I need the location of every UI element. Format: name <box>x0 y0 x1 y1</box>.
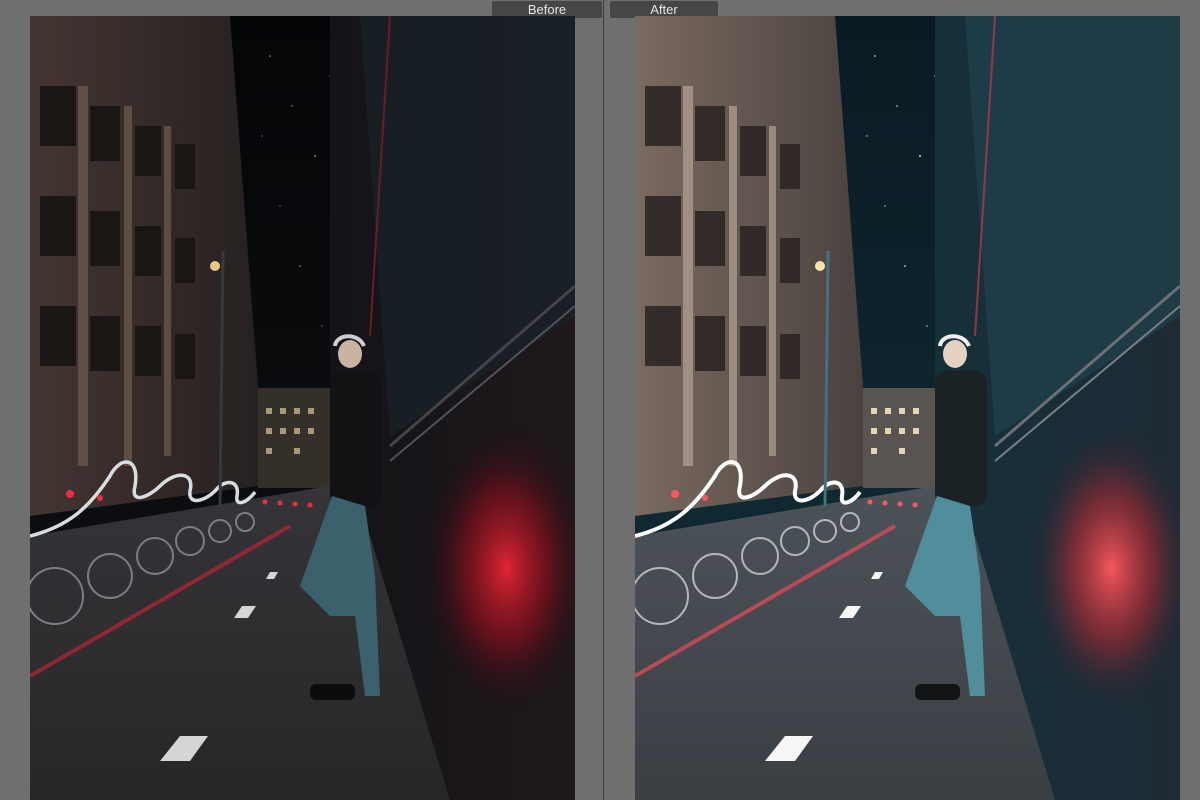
before-pane: Before <box>0 0 604 800</box>
after-photo <box>635 16 1180 800</box>
after-pane: After <box>604 0 1200 800</box>
after-photo-image <box>635 16 1180 800</box>
before-after-compare-view: Before After <box>0 0 1200 800</box>
before-photo-image <box>30 16 575 800</box>
before-photo <box>30 16 575 800</box>
